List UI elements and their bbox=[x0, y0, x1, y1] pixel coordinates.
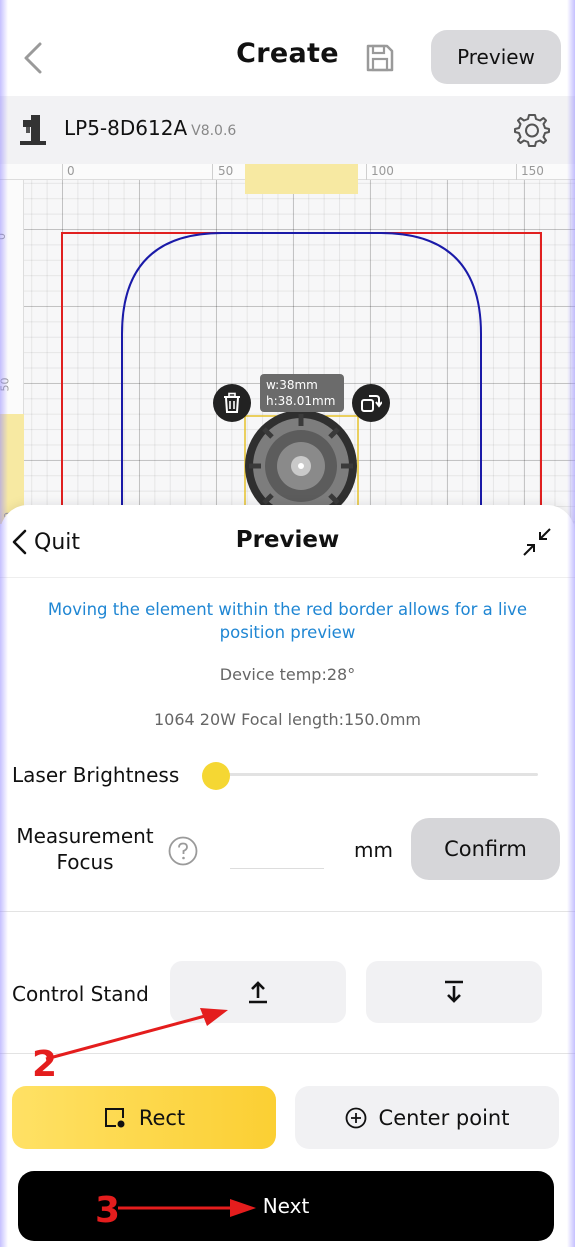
device-name-text: LP5-8D612A bbox=[64, 116, 188, 140]
quit-label: Quit bbox=[34, 529, 80, 555]
center-target-icon bbox=[345, 1107, 367, 1129]
preview-hint: Moving the element within the red border… bbox=[47, 600, 528, 642]
top-header: Create Preview bbox=[0, 0, 575, 96]
preview-sheet: Quit Preview Moving the element within t… bbox=[0, 505, 575, 1247]
device-temperature: Device temp:28° bbox=[219, 665, 356, 684]
divider bbox=[0, 577, 575, 578]
device-name[interactable]: LP5-8D612A V8.0.6 bbox=[64, 116, 236, 140]
gear-icon[interactable] bbox=[512, 110, 552, 150]
save-icon[interactable] bbox=[364, 42, 396, 74]
collapse-icon[interactable] bbox=[520, 525, 554, 559]
device-bar: LP5-8D612A V8.0.6 bbox=[0, 96, 575, 164]
help-icon[interactable] bbox=[167, 835, 199, 867]
rect-outline-icon bbox=[103, 1106, 127, 1130]
quit-button[interactable]: Quit bbox=[10, 523, 80, 561]
center-point-label: Center point bbox=[378, 1105, 510, 1130]
focus-distance-input[interactable] bbox=[230, 827, 324, 869]
chevron-left-icon bbox=[24, 42, 42, 74]
stand-down-button[interactable] bbox=[366, 961, 542, 1023]
step-number-2: 2 bbox=[32, 1044, 58, 1085]
divider bbox=[0, 911, 575, 912]
left-edge-glow bbox=[0, 0, 8, 1247]
sheet-title: Preview bbox=[235, 527, 340, 553]
focus-unit: mm bbox=[354, 838, 393, 862]
rotate-scale-button[interactable] bbox=[352, 384, 390, 422]
step-number-3: 3 bbox=[95, 1190, 121, 1231]
control-stand-label: Control Stand bbox=[12, 982, 149, 1006]
device-version: V8.0.6 bbox=[191, 123, 237, 139]
rect-preview-button[interactable]: Rect bbox=[12, 1086, 276, 1149]
trash-icon bbox=[224, 392, 240, 413]
selection-size-tag: w:38mm h:38.01mm bbox=[260, 374, 344, 412]
focal-length-info: 1064 20W Focal length:150.0mm bbox=[154, 710, 421, 729]
selection-height: h:38.01mm bbox=[266, 394, 336, 408]
stand-up-button[interactable] bbox=[170, 961, 346, 1023]
rect-label: Rect bbox=[138, 1105, 186, 1130]
chevron-left-icon bbox=[12, 529, 27, 555]
confirm-button[interactable]: Confirm bbox=[411, 818, 560, 880]
arrow-down-to-line-icon bbox=[445, 980, 463, 1003]
delete-element-button[interactable] bbox=[213, 384, 251, 422]
slider-thumb[interactable] bbox=[202, 762, 230, 790]
laser-brightness-label: Laser Brightness bbox=[12, 763, 180, 787]
selection-width: w:38mm bbox=[266, 378, 318, 392]
laser-brightness-slider[interactable] bbox=[212, 773, 538, 776]
rotate-icon bbox=[361, 395, 382, 412]
design-canvas[interactable]: 0 50 100 150 0 50 100 bbox=[0, 164, 575, 524]
sheet-header: Quit Preview bbox=[0, 505, 575, 577]
arrow-up-to-line-icon bbox=[249, 981, 267, 1004]
laser-device-icon bbox=[18, 113, 48, 147]
back-button[interactable] bbox=[18, 38, 48, 78]
measurement-focus-label: Measurement Focus bbox=[16, 824, 154, 874]
preview-button[interactable]: Preview bbox=[431, 30, 561, 84]
divider bbox=[0, 1053, 575, 1054]
right-edge-glow bbox=[567, 0, 575, 1247]
center-point-button[interactable]: Center point bbox=[295, 1086, 559, 1149]
